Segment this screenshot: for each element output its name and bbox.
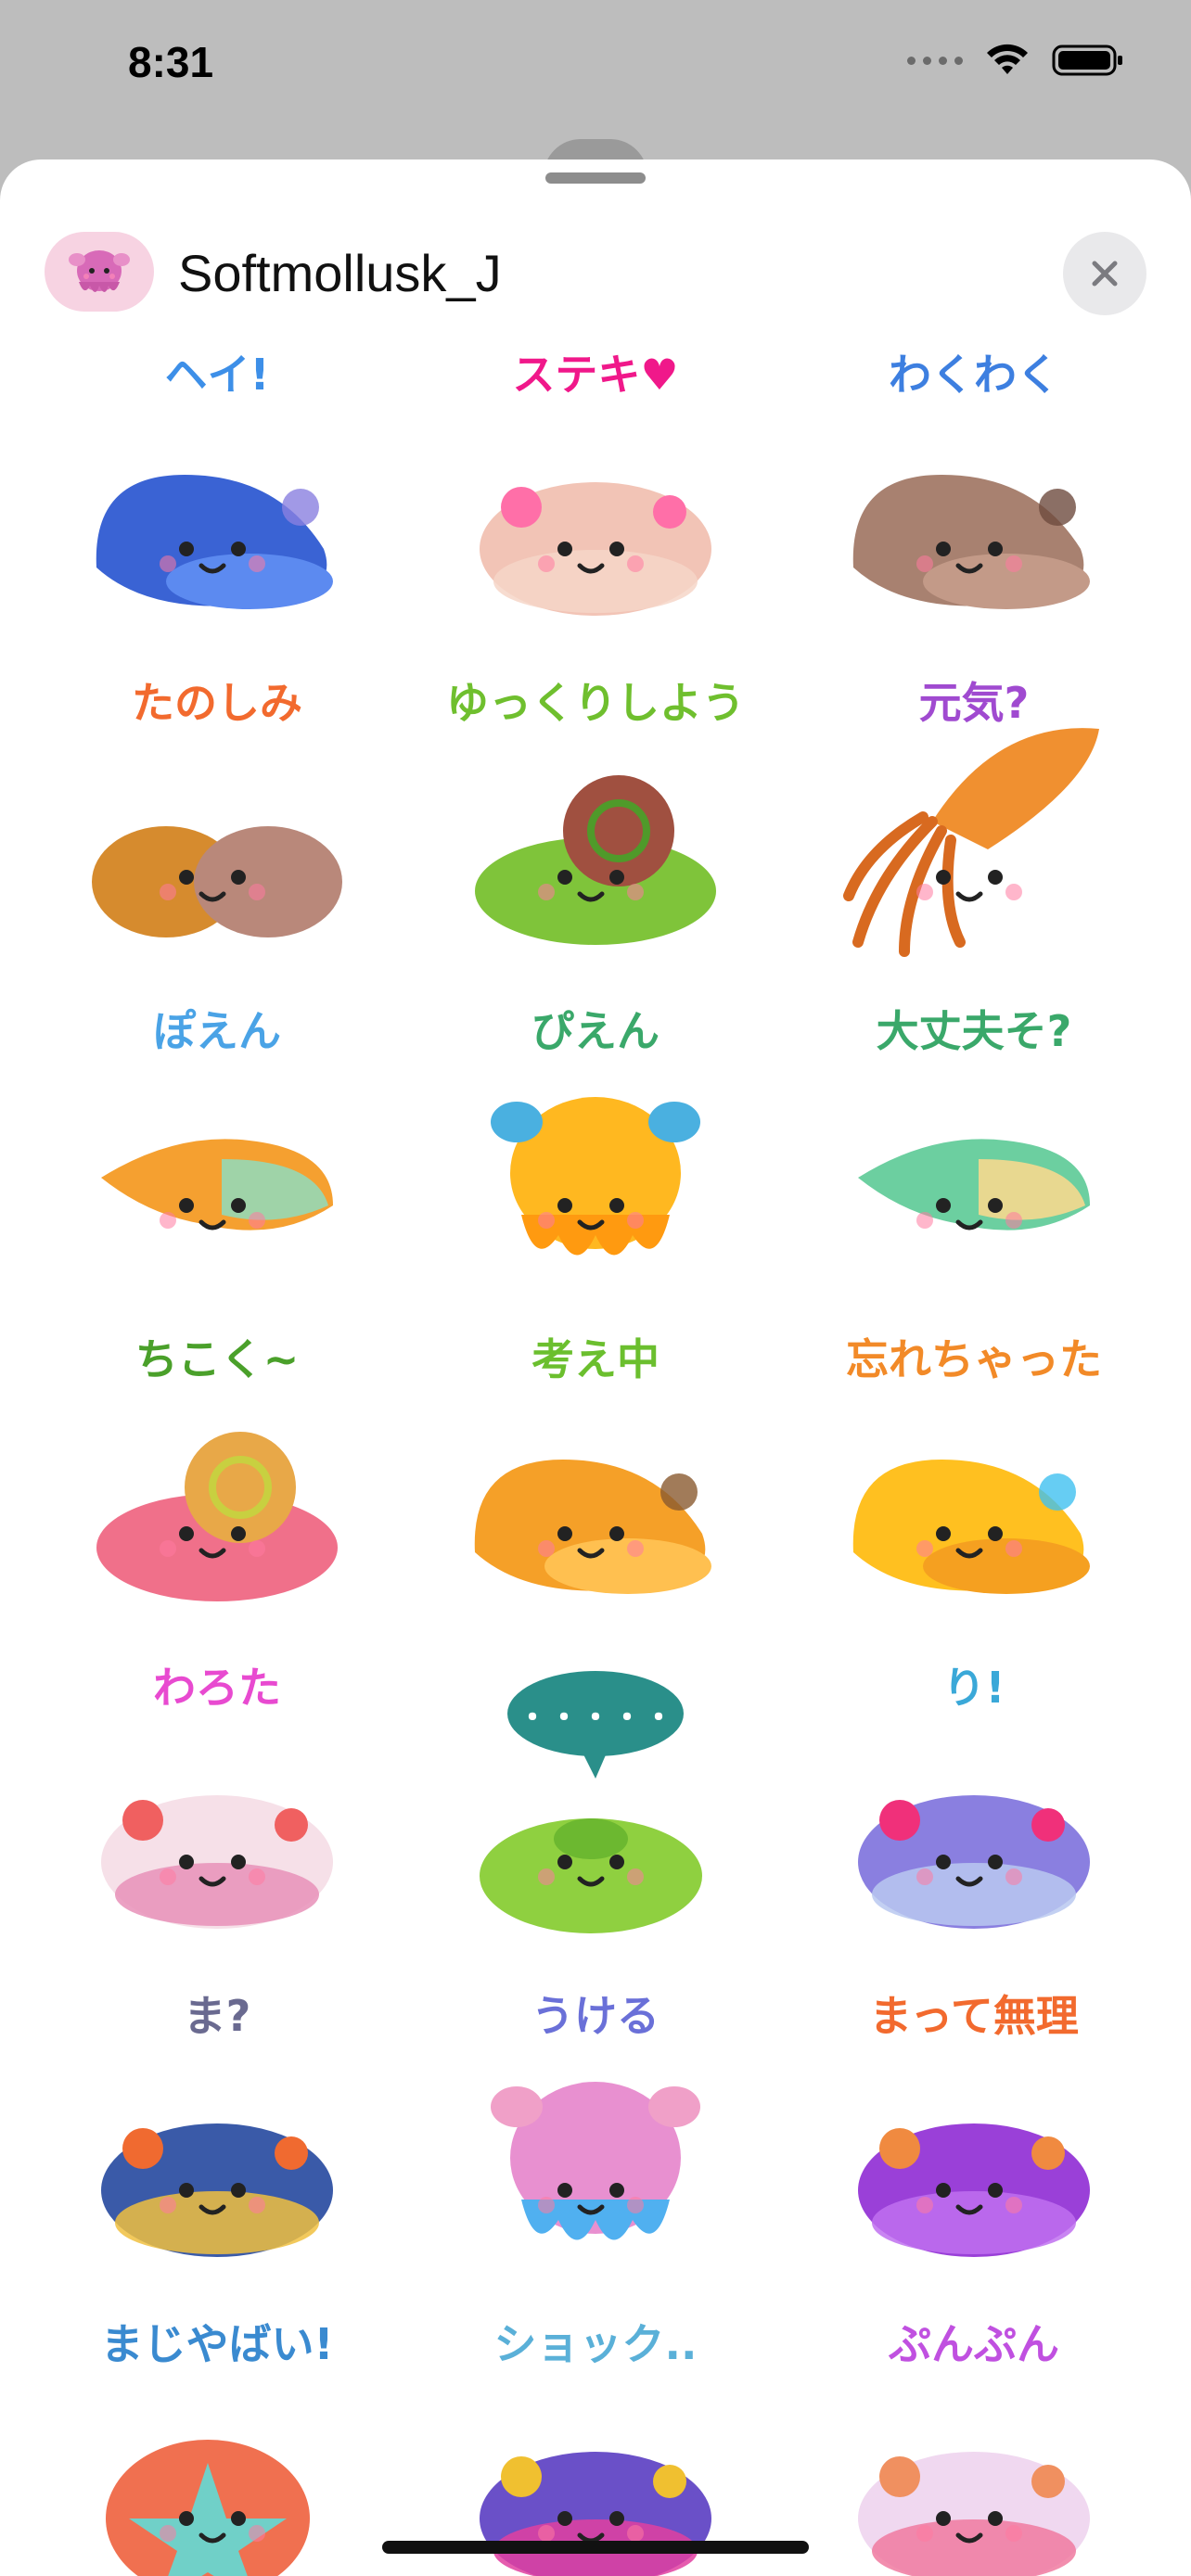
close-icon [1092,261,1118,287]
sticker-pack-sheet: Softmollusk_J ヘイ! ステキ♥ わくわくたのしみ ゆっくりしよう 元気? ぽ… [0,159,1191,2576]
sticker-item[interactable]: 大丈夫そ? [785,992,1163,1320]
sticker-item[interactable]: ちこく~ [28,1320,406,1649]
sticker-illustration: り! [858,1660,1090,1929]
sticker-item[interactable]: 忘れちゃった [785,1320,1163,1649]
sticker-caption: まじやばい! [101,2319,334,2369]
status-icons [907,43,1124,78]
sticker-item[interactable]: ステキ♥ [406,336,785,664]
sticker-item[interactable]: 元気? [785,664,1163,992]
battery-icon [1052,45,1122,76]
sticker-item[interactable]: ヘイ! [28,336,406,664]
sticker-caption: わくわく [889,350,1059,400]
sticker-item[interactable]: わくわく [785,336,1163,664]
status-time: 8:31 [128,38,214,86]
sticker-illustration: わろた [101,1660,333,1929]
sticker-caption: わろた [153,1663,281,1713]
sticker-caption: ヘイ! [165,350,270,400]
dumbo-octopus-icon [69,250,130,292]
sticker-caption: 考え中 [531,1334,660,1384]
cellular-signal-icon [907,56,963,65]
sticker-illustration: ショック.. [480,2316,711,2576]
sheet-header: Softmollusk_J [0,195,1191,315]
sticker-illustration: ちこく~ [96,1332,338,1601]
home-indicator[interactable] [382,2541,809,2554]
sticker-item[interactable]: ・・・・・ [406,1649,785,1977]
sticker-illustration: わくわく [852,347,1090,609]
sticker-item[interactable]: ま? [28,1977,406,2305]
sticker-illustration: ステキ♥ [480,347,711,616]
sticker-item[interactable]: ぽえん [28,992,406,1320]
sticker-item[interactable]: ぴえん [406,992,785,1320]
sticker-item[interactable]: 考え中 [406,1320,785,1649]
sticker-illustration: ぽえん [101,1003,333,1231]
sticker-caption: ちこく~ [135,1334,300,1384]
sticker-item[interactable]: ショック.. [406,2305,785,2576]
sticker-caption: まって無理 [869,1991,1079,2041]
sticker-caption: 忘れちゃった [846,1334,1102,1384]
sticker-illustration: 大丈夫そ? [858,1003,1090,1231]
sticker-caption: ゆっくりしよう [446,678,745,728]
sticker-caption: ショック.. [494,2319,698,2369]
sticker-illustration: ぴえん [491,1003,700,1256]
pack-avatar [45,232,154,312]
sticker-illustration: 考え中 [474,1332,711,1594]
sticker-caption: うける [531,1991,660,2041]
sticker-caption: ・・・・・ [517,1700,674,1737]
sticker-item[interactable]: まじやばい! [28,2305,406,2576]
sticker-item[interactable]: まって無理 [785,1977,1163,2305]
sticker-illustration: たのしみ [92,675,342,937]
sticker-caption: たのしみ [132,678,302,728]
sheet-grabber[interactable] [545,172,646,184]
sticker-illustration: 元気? [843,675,1099,957]
sticker-caption: ぴえん [531,1006,660,1056]
sticker-item[interactable]: り! [785,1649,1163,1977]
sticker-item[interactable]: ぷんぷん [785,2305,1163,2576]
sticker-caption: ま? [184,1991,251,2041]
sticker-caption: ステキ♥ [512,350,678,400]
sticker-illustration: まって無理 [858,1988,1090,2257]
wifi-icon [987,44,1028,74]
sticker-caption: ぷんぷん [888,2319,1059,2369]
sticker-caption: ぽえん [153,1006,281,1056]
sticker-illustration: ・・・・・ [480,1671,702,1933]
sticker-illustration: ヘイ! [96,347,333,609]
status-bar: 8:31 [0,0,1191,158]
sticker-item[interactable]: わろた [28,1649,406,1977]
sticker-caption: り! [943,1663,1005,1713]
pack-title: Softmollusk_J [178,244,502,302]
sticker-illustration: ゆっくりしよう [443,675,748,945]
sticker-illustration: まじやばい! [98,2316,336,2576]
sticker-caption: 大丈夫そ? [877,1006,1072,1056]
close-button[interactable] [1063,232,1146,315]
sticker-item[interactable]: たのしみ [28,664,406,992]
sticker-caption: 元気? [919,678,1030,728]
sticker-illustration: ま? [101,1988,333,2257]
sticker-illustration: 忘れちゃった [843,1332,1105,1594]
sticker-item[interactable]: うける [406,1977,785,2305]
sticker-illustration: ぷんぷん [858,2316,1090,2576]
sticker-illustration: うける [491,1988,700,2240]
sticker-item[interactable]: ゆっくりしよう [406,664,785,992]
sticker-grid: ヘイ! ステキ♥ わくわくたのしみ ゆっくりしよう 元気? ぽえん ぴえん 大丈夫そ? ちこく~… [28,336,1163,2576]
